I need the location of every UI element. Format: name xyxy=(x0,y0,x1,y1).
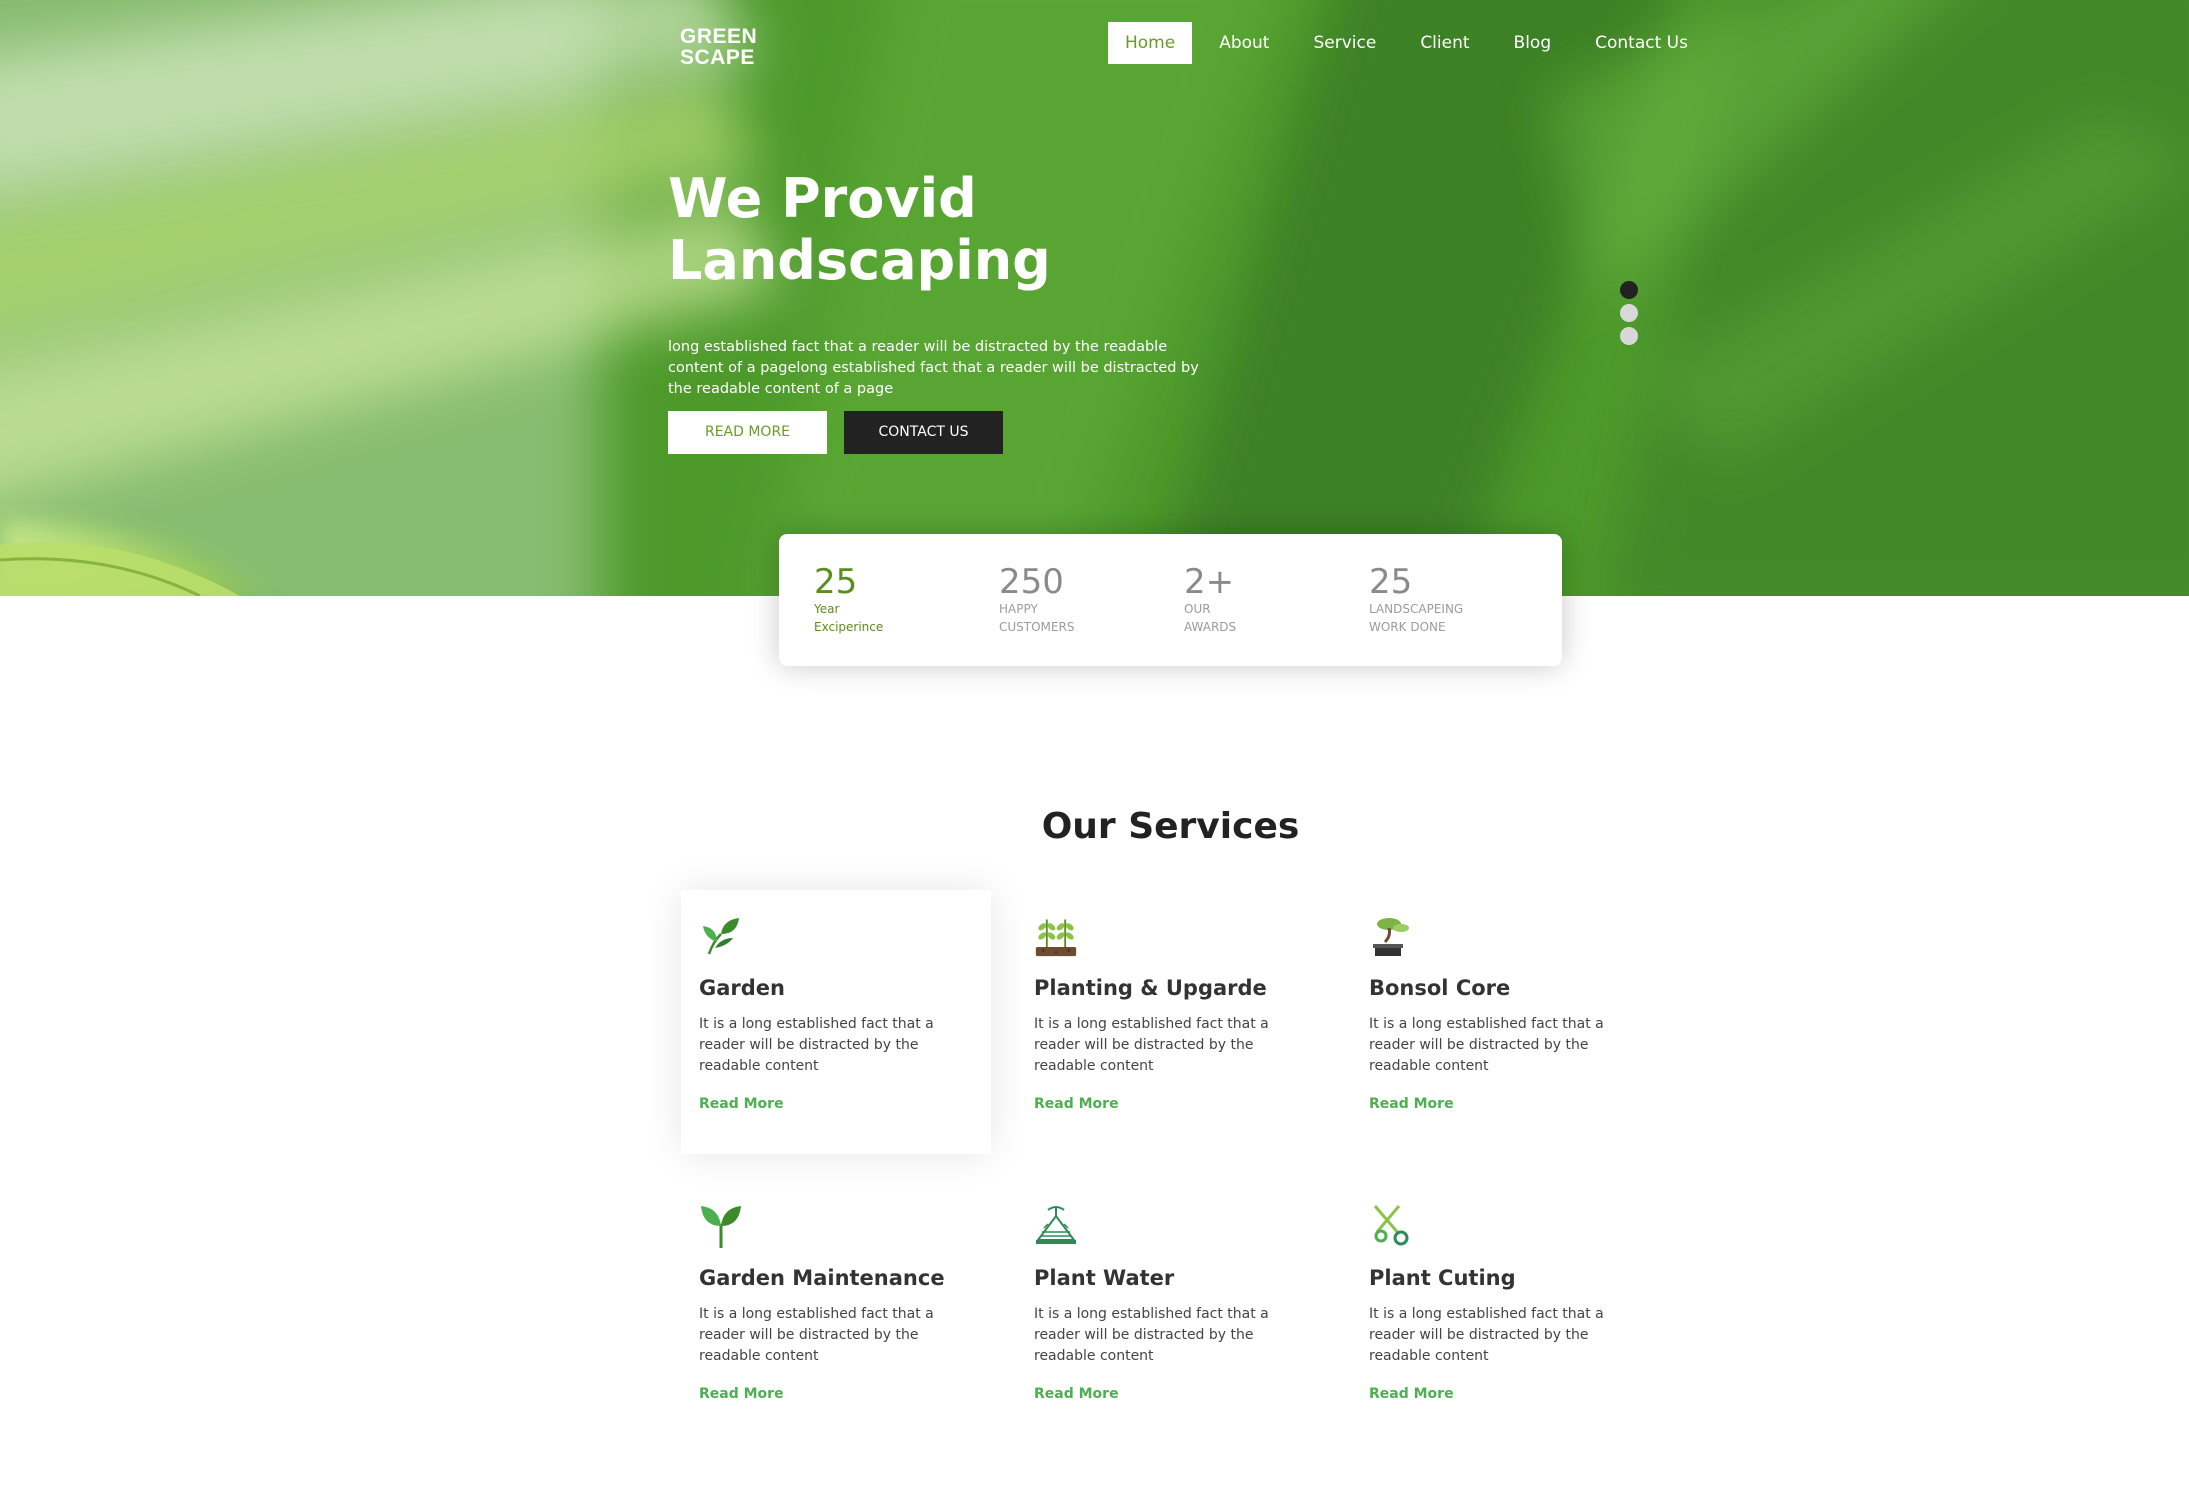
hero-title: We Provid Landscaping xyxy=(668,168,1308,292)
stat-label-line1: LANDSCAPEING xyxy=(1369,602,1464,616)
read-more-button[interactable]: READ MORE xyxy=(668,411,827,454)
main-nav: Home About Service Client Blog Contact U… xyxy=(1108,22,1715,64)
service-title: Bonsol Core xyxy=(1369,976,1511,1000)
service-text: It is a long established fact that a rea… xyxy=(699,1306,934,1364)
stat-awards: 2+ OUR AWARDS xyxy=(1184,564,1344,636)
nav-home[interactable]: Home xyxy=(1108,22,1193,64)
service-title: Garden xyxy=(699,976,785,1000)
hero-title-line2: Landscaping xyxy=(668,229,1051,292)
service-title: Planting & Upgarde xyxy=(1034,976,1267,1000)
logo[interactable]: GREEN SCAPE xyxy=(680,26,757,68)
stat-label: Year Exciperince xyxy=(814,600,974,636)
service-title: Plant Cuting xyxy=(1369,1266,1516,1290)
contact-us-button[interactable]: CONTACT US xyxy=(844,411,1003,454)
hero-description: long established fact that a reader will… xyxy=(668,338,1199,397)
service-card-bonsai[interactable]: Bonsol Core It is a long established fac… xyxy=(1351,890,1661,1154)
service-card-cutting[interactable]: Plant Cuting It is a long established fa… xyxy=(1351,1180,1661,1444)
page: GREEN SCAPE Home About Service Client Bl… xyxy=(0,0,2189,1500)
slider-dots xyxy=(1620,281,1638,350)
nav-client[interactable]: Client xyxy=(1403,22,1486,64)
services-title: Our Services xyxy=(1041,806,1300,847)
logo-line1: GREEN xyxy=(680,25,758,48)
stat-value: 25 xyxy=(1369,562,1413,602)
stat-label-line2: CUSTOMERS xyxy=(999,620,1075,634)
service-card-maintenance[interactable]: Garden Maintenance It is a long establis… xyxy=(681,1180,991,1444)
service-text: It is a long established fact that a rea… xyxy=(699,1016,934,1074)
stat-experience: 25 Year Exciperince xyxy=(814,564,974,636)
read-more-link[interactable]: Read More xyxy=(1034,1096,1119,1112)
plants-in-soil-icon xyxy=(1035,919,1077,957)
scissors-icon xyxy=(1373,1205,1409,1246)
read-more-link[interactable]: Read More xyxy=(699,1386,784,1402)
nav-contact-us[interactable]: Contact Us xyxy=(1578,22,1705,64)
stat-value: 2+ xyxy=(1184,562,1235,602)
stat-value: 25 xyxy=(814,562,858,602)
service-card-garden[interactable]: Garden It is a long established fact tha… xyxy=(681,890,991,1154)
service-text: It is a long established fact that a rea… xyxy=(1034,1306,1269,1364)
service-text: It is a long established fact that a rea… xyxy=(1369,1016,1604,1074)
bonsai-icon xyxy=(1373,918,1409,956)
watering-icon xyxy=(1036,1206,1076,1244)
stat-label: HAPPY CUSTOMERS xyxy=(999,600,1159,636)
stat-label-line1: Year xyxy=(814,602,840,616)
seedling-icon xyxy=(701,1206,741,1248)
stat-label-line2: WORK DONE xyxy=(1369,620,1446,634)
stat-label: OUR AWARDS xyxy=(1184,600,1344,636)
service-title: Plant Water xyxy=(1034,1266,1175,1290)
nav-service[interactable]: Service xyxy=(1296,22,1393,64)
slider-dot-2[interactable] xyxy=(1620,304,1638,322)
hero-background-image xyxy=(0,0,2189,596)
sprout-icon xyxy=(703,918,739,955)
stat-work-done: 25 LANDSCAPEING WORK DONE xyxy=(1369,564,1529,636)
service-card-planting[interactable]: Planting & Upgarde It is a long establis… xyxy=(1016,890,1326,1154)
nav-about[interactable]: About xyxy=(1202,22,1286,64)
stat-label-line2: AWARDS xyxy=(1184,620,1237,634)
service-title: Garden Maintenance xyxy=(699,1266,945,1290)
read-more-link[interactable]: Read More xyxy=(1034,1386,1119,1402)
slider-dot-3[interactable] xyxy=(1620,327,1638,345)
service-text: It is a long established fact that a rea… xyxy=(1034,1016,1269,1074)
stat-label-line2: Exciperince xyxy=(814,620,884,634)
service-card-water[interactable]: Plant Water It is a long established fac… xyxy=(1016,1180,1326,1444)
stat-label-line1: OUR xyxy=(1184,602,1211,616)
hero-section: GREEN SCAPE Home About Service Client Bl… xyxy=(0,0,2189,596)
nav-blog[interactable]: Blog xyxy=(1497,22,1569,64)
service-text: It is a long established fact that a rea… xyxy=(1369,1306,1604,1364)
stat-value: 250 xyxy=(999,562,1064,602)
stats-card: 25 Year Exciperince 250 HAPPY CUSTOMERS … xyxy=(779,534,1562,666)
read-more-link[interactable]: Read More xyxy=(1369,1096,1454,1112)
stat-label: LANDSCAPEING WORK DONE xyxy=(1369,600,1529,636)
slider-dot-1[interactable] xyxy=(1620,281,1638,299)
read-more-link[interactable]: Read More xyxy=(1369,1386,1454,1402)
stat-customers: 250 HAPPY CUSTOMERS xyxy=(999,564,1159,636)
logo-line2: SCAPE xyxy=(680,46,755,69)
stat-label-line1: HAPPY xyxy=(999,602,1038,616)
hero-title-line1: We Provid xyxy=(668,167,977,230)
read-more-link[interactable]: Read More xyxy=(699,1096,784,1112)
